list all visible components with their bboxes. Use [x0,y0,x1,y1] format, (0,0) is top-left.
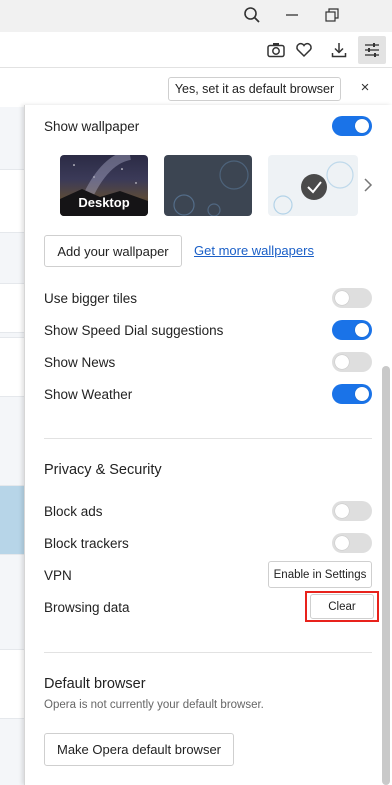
restore-icon[interactable] [312,0,352,30]
toolbar [0,32,392,68]
block-ads-label: Block ads [44,504,103,519]
background-tile [0,337,26,397]
default-browser-subtitle: Opera is not currently your default brow… [44,699,264,711]
easy-setup-icon[interactable] [358,36,386,64]
default-browser-title: Default browser [44,676,146,692]
set-default-browser-button[interactable]: Yes, set it as default browser [168,77,341,101]
enable-vpn-button[interactable]: Enable in Settings [268,561,372,588]
add-wallpaper-button[interactable]: Add your wallpaper [44,235,182,267]
search-icon[interactable] [232,0,272,30]
vpn-label: VPN [44,568,72,583]
background-page [0,107,26,785]
close-icon[interactable]: × [358,80,372,96]
show-weather-label: Show Weather [44,387,133,402]
heart-icon[interactable] [290,36,318,64]
block-ads-toggle[interactable] [332,501,372,521]
bigger-tiles-label: Use bigger tiles [44,291,138,306]
background-tile [0,283,26,333]
divider [44,438,372,439]
background-tile [0,169,26,233]
wallpaper-light[interactable] [268,155,358,216]
background-tile [0,485,26,555]
show-weather-toggle[interactable] [332,384,372,404]
speed-dial-suggestions-toggle[interactable] [332,320,372,340]
title-bar [0,0,392,32]
speed-dial-suggestions-label: Show Speed Dial suggestions [44,323,224,338]
browsing-data-label: Browsing data [44,600,130,615]
show-news-toggle[interactable] [332,352,372,372]
scrollbar[interactable] [382,366,390,785]
camera-icon[interactable] [262,36,290,64]
show-wallpaper-toggle[interactable] [332,116,372,136]
background-tile [0,649,26,719]
block-trackers-toggle[interactable] [332,533,372,553]
bigger-tiles-toggle[interactable] [332,288,372,308]
chevron-right-icon[interactable] [362,176,374,194]
make-default-browser-button[interactable]: Make Opera default browser [44,733,234,766]
block-trackers-label: Block trackers [44,536,129,551]
show-news-label: Show News [44,355,116,370]
show-wallpaper-label: Show wallpaper [44,119,140,134]
wallpaper-dark[interactable] [164,155,252,216]
download-icon[interactable] [325,36,353,64]
privacy-section-title: Privacy & Security [44,462,162,478]
highlight-box [305,591,379,622]
wallpaper-desktop[interactable]: Desktop [60,155,148,216]
divider [44,652,372,653]
get-more-wallpapers-link[interactable]: Get more wallpapers [194,243,314,258]
minimize-icon[interactable] [272,0,312,30]
wallpaper-label: Desktop [78,195,130,210]
